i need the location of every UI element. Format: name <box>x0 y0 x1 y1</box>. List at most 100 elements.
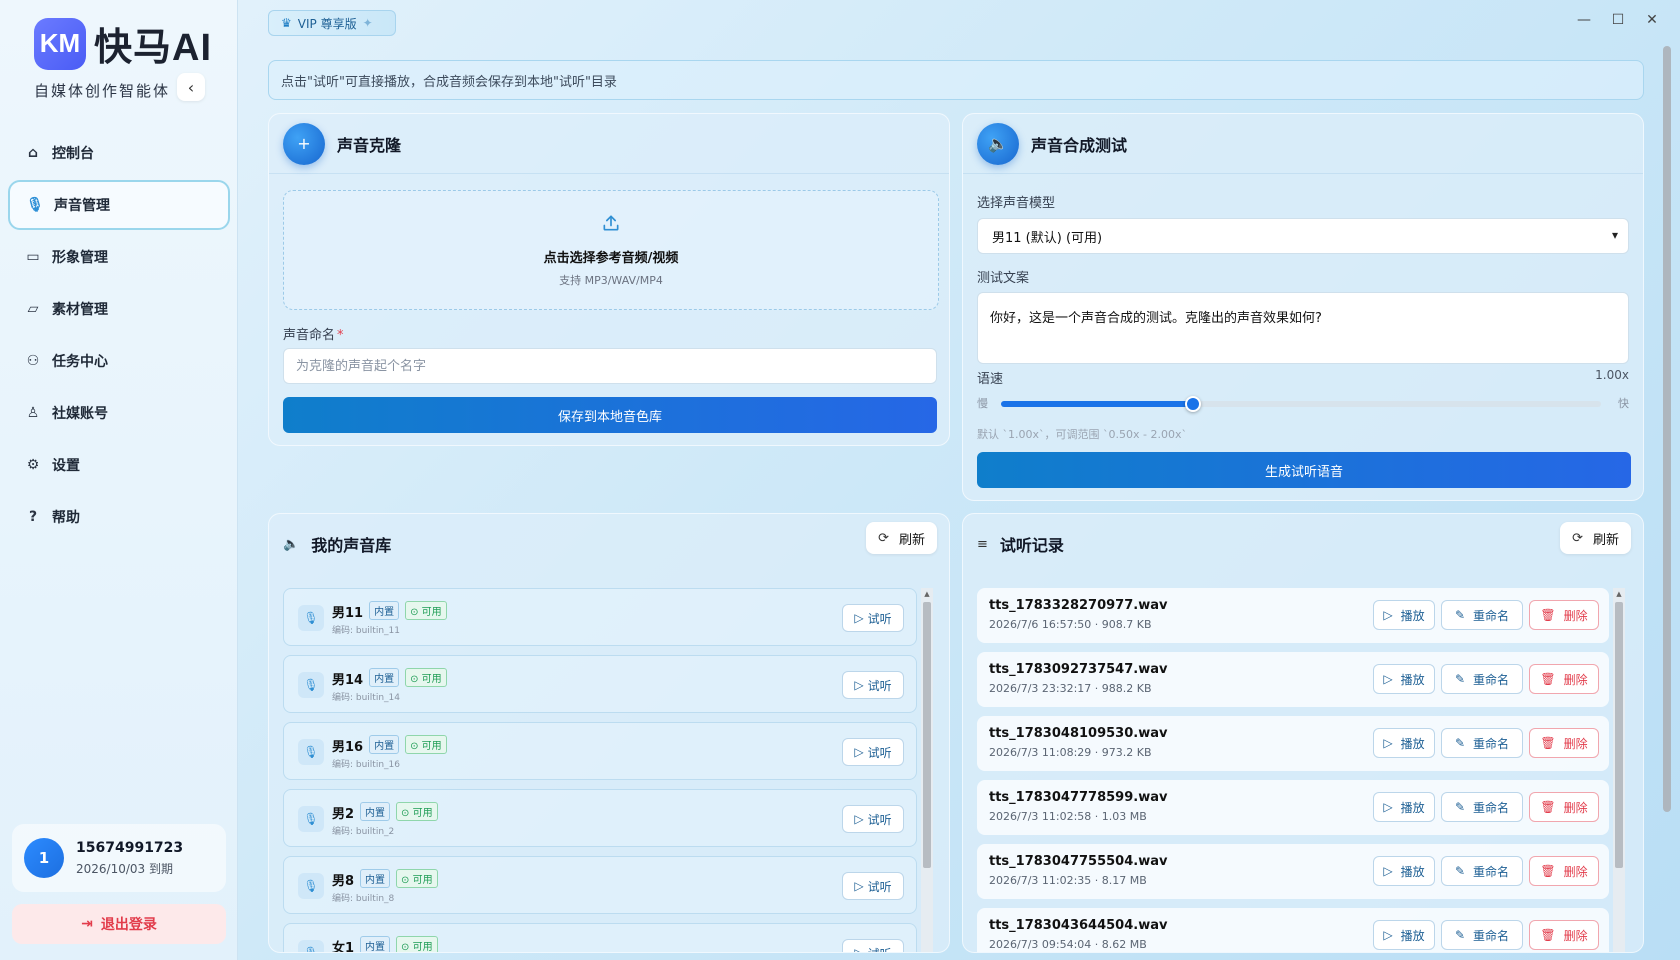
scroll-up-icon[interactable]: ▲ <box>921 588 933 600</box>
sidebar-item[interactable]: ▱ 素材管理 <box>8 284 230 334</box>
listen-button[interactable]: ▷试听 <box>842 805 904 833</box>
speed-slider[interactable] <box>1001 396 1601 412</box>
listen-button[interactable]: ▷试听 <box>842 671 904 699</box>
voice-name-input[interactable] <box>283 348 937 384</box>
microphone-icon: 🎙 <box>298 873 324 899</box>
listen-button[interactable]: ▷试听 <box>842 738 904 766</box>
play-button[interactable]: ▷ 播放 <box>1373 664 1435 694</box>
listen-button[interactable]: ▷试听 <box>842 939 904 952</box>
library-refresh-button[interactable]: ⟳ 刷新 <box>866 522 937 554</box>
sidebar-item[interactable]: ⚇ 任务中心 <box>8 336 230 386</box>
voice-item-name: 男2 内置 ⊙ 可用 <box>332 802 438 822</box>
sidebar-item[interactable]: ♙ 社媒账号 <box>8 388 230 438</box>
collapse-sidebar-button[interactable]: ‹ <box>177 73 205 101</box>
delete-button[interactable]: 🗑 删除 <box>1529 792 1599 822</box>
delete-button[interactable]: 🗑 删除 <box>1529 664 1599 694</box>
listen-button[interactable]: ▷试听 <box>842 604 904 632</box>
records-list: tts_1783328270977.wav 2026/7/6 16:57:50 ·… <box>977 588 1609 952</box>
panel-header: 🔈 声音合成测试 <box>963 114 1643 174</box>
voice-item-code: 编码: builtin_11 <box>332 626 400 636</box>
voice-model-select[interactable]: 男11 (默认) (可用) ▾ <box>977 218 1629 254</box>
refresh-icon: ⟳ <box>1572 530 1583 546</box>
sidebar-item[interactable]: ⚙ 设置 <box>8 440 230 490</box>
rename-button[interactable]: ✎ 重命名 <box>1441 728 1523 758</box>
generate-audio-button[interactable]: 生成试听语音 <box>977 452 1631 488</box>
save-voice-button[interactable]: 保存到本地音色库 <box>283 397 937 433</box>
maximize-icon[interactable]: ☐ <box>1610 12 1626 28</box>
play-icon: ▷ <box>1383 800 1393 814</box>
sidebar-item[interactable]: ? 帮助 <box>8 492 230 542</box>
user-card[interactable]: 1 15674991723 2026/10/03 到期 <box>12 824 226 892</box>
record-actions: ▷ 播放 ✎ 重命名 🗑 删除 <box>1373 792 1599 822</box>
pencil-icon: ✎ <box>1454 608 1466 622</box>
voice-item-name: 男8 内置 ⊙ 可用 <box>332 869 438 889</box>
sidebar-item[interactable]: ⌂ 控制台 <box>8 128 230 178</box>
rename-button[interactable]: ✎ 重命名 <box>1441 600 1523 630</box>
microphone-icon: 🎙 <box>298 672 324 698</box>
record-list-item: tts_1783047755504.wav 2026/7/3 11:02:35 ·… <box>977 844 1609 899</box>
sidebar-item-label: 社媒账号 <box>52 406 108 422</box>
sidebar: KM 快马AI 自媒体创作智能体 ‹ ⌂ 控制台 🎙 声音管理 ▭ 形象管理 ▱ 素材管理 ⚇ 任… <box>0 0 238 960</box>
voice-item-code: 编码: builtin_16 <box>332 760 400 770</box>
rename-button[interactable]: ✎ 重命名 <box>1441 920 1523 950</box>
record-list-item: tts_1783047778599.wav 2026/7/3 11:02:58 ·… <box>977 780 1609 835</box>
records-list-scrollbar[interactable]: ▲ <box>1613 588 1625 952</box>
play-button[interactable]: ▷ 播放 <box>1373 856 1435 886</box>
check-circle-icon: ⊙ <box>401 808 410 819</box>
builtin-tag: 内置 <box>360 936 391 952</box>
play-icon: ▷ <box>854 812 864 826</box>
minimize-icon[interactable]: — <box>1576 12 1592 28</box>
play-button[interactable]: ▷ 播放 <box>1373 792 1435 822</box>
test-text-input[interactable]: 你好，这是一个声音合成的测试。克隆出的声音效果如何? <box>977 292 1629 364</box>
voice-list-item: 🎙 男14 内置 ⊙ 可用 编码: builtin_14 ▷ 试听 <box>283 655 917 713</box>
refresh-label: 刷新 <box>1592 532 1619 548</box>
record-actions: ▷ 播放 ✎ 重命名 🗑 删除 <box>1373 920 1599 950</box>
scroll-thumb[interactable] <box>923 602 931 868</box>
scroll-up-icon[interactable]: ▲ <box>1613 588 1625 600</box>
video-icon: ▭ <box>26 249 40 265</box>
panel-title: 我的声音库 <box>311 536 392 555</box>
rename-button[interactable]: ✎ 重命名 <box>1441 664 1523 694</box>
sidebar-item[interactable]: ▭ 形象管理 <box>8 232 230 282</box>
refresh-icon: ⟳ <box>878 530 889 546</box>
delete-button[interactable]: 🗑 删除 <box>1529 856 1599 886</box>
microphone-icon: 🎙 <box>298 806 324 832</box>
window-scrollbar-thumb[interactable] <box>1663 46 1671 812</box>
delete-button[interactable]: 🗑 删除 <box>1529 728 1599 758</box>
users-icon: ⚇ <box>26 353 40 369</box>
delete-button[interactable]: 🗑 删除 <box>1529 920 1599 950</box>
records-refresh-button[interactable]: ⟳ 刷新 <box>1560 522 1631 554</box>
upload-dropzone[interactable]: 点击选择参考音频/视频 支持 MP3/WAV/MP4 <box>283 190 939 310</box>
trash-icon: 🗑 <box>1540 672 1556 686</box>
sidebar-item-label: 控制台 <box>52 146 94 162</box>
microphone-icon: 🎙 <box>298 739 324 765</box>
avatar: 1 <box>24 838 64 878</box>
sidebar-item-label: 声音管理 <box>54 198 110 214</box>
close-icon[interactable]: ✕ <box>1644 12 1660 28</box>
vip-badge[interactable]: ♛ VIP 尊享版 ✦ <box>268 10 396 36</box>
play-button[interactable]: ▷ 播放 <box>1373 920 1435 950</box>
play-icon: ▷ <box>1383 928 1393 942</box>
record-file-name: tts_1783047755504.wav <box>989 854 1168 869</box>
check-circle-icon: ⊙ <box>410 607 419 618</box>
play-button[interactable]: ▷ 播放 <box>1373 600 1435 630</box>
record-meta: 2026/7/3 11:08:29 · 973.2 KB <box>989 746 1152 759</box>
record-meta: 2026/7/3 11:02:35 · 8.17 MB <box>989 874 1147 887</box>
home-icon: ⌂ <box>27 145 39 161</box>
slider-thumb[interactable] <box>1185 396 1201 412</box>
chevron-left-icon: ‹ <box>187 77 195 97</box>
delete-button[interactable]: 🗑 删除 <box>1529 600 1599 630</box>
voice-list-item: 🎙 男11 内置 ⊙ 可用 编码: builtin_11 ▷ 试听 <box>283 588 917 646</box>
voice-list-scrollbar[interactable]: ▲ <box>921 588 933 952</box>
sidebar-item[interactable]: 🎙 声音管理 <box>8 180 230 230</box>
user-info: 15674991723 2026/10/03 到期 <box>76 840 183 877</box>
play-button[interactable]: ▷ 播放 <box>1373 728 1435 758</box>
panel-header: 🔈 我的声音库 <box>269 514 949 574</box>
rename-button[interactable]: ✎ 重命名 <box>1441 792 1523 822</box>
rename-button[interactable]: ✎ 重命名 <box>1441 856 1523 886</box>
panel-title: 声音克隆 <box>337 135 402 155</box>
check-circle-icon: ⊙ <box>410 741 419 752</box>
listen-button[interactable]: ▷试听 <box>842 872 904 900</box>
logout-button[interactable]: ⇥ 退出登录 <box>12 904 226 944</box>
scroll-thumb[interactable] <box>1615 602 1623 868</box>
